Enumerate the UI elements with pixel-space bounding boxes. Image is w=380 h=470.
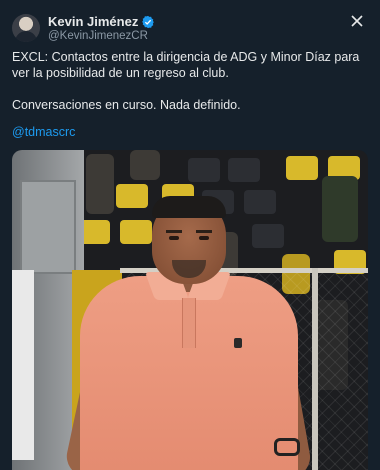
- tweet-paragraph-1: EXCL: Contactos entre la dirigencia de A…: [12, 50, 360, 80]
- wristband: [274, 438, 300, 456]
- close-icon[interactable]: [350, 14, 364, 28]
- bystander: [12, 270, 34, 460]
- coach-figure: [63, 196, 314, 470]
- shirt-logo: [234, 338, 242, 348]
- tweet-text: EXCL: Contactos entre la dirigencia de A…: [12, 49, 368, 113]
- verified-badge-icon: [142, 15, 155, 28]
- author-name[interactable]: Kevin Jiménez: [48, 14, 138, 29]
- tweet-paragraph-2: Conversaciones en curso. Nada definido.: [12, 98, 241, 112]
- tweet-header: Kevin Jiménez @KevinJimenezCR: [12, 12, 368, 46]
- door: [20, 180, 76, 274]
- author-handle[interactable]: @KevinJimenezCR: [48, 30, 148, 42]
- mention-link[interactable]: @tdmascrc: [12, 125, 75, 139]
- author-name-row: Kevin Jiménez: [48, 14, 155, 29]
- tweet-photo[interactable]: [12, 150, 368, 470]
- avatar[interactable]: [12, 14, 40, 42]
